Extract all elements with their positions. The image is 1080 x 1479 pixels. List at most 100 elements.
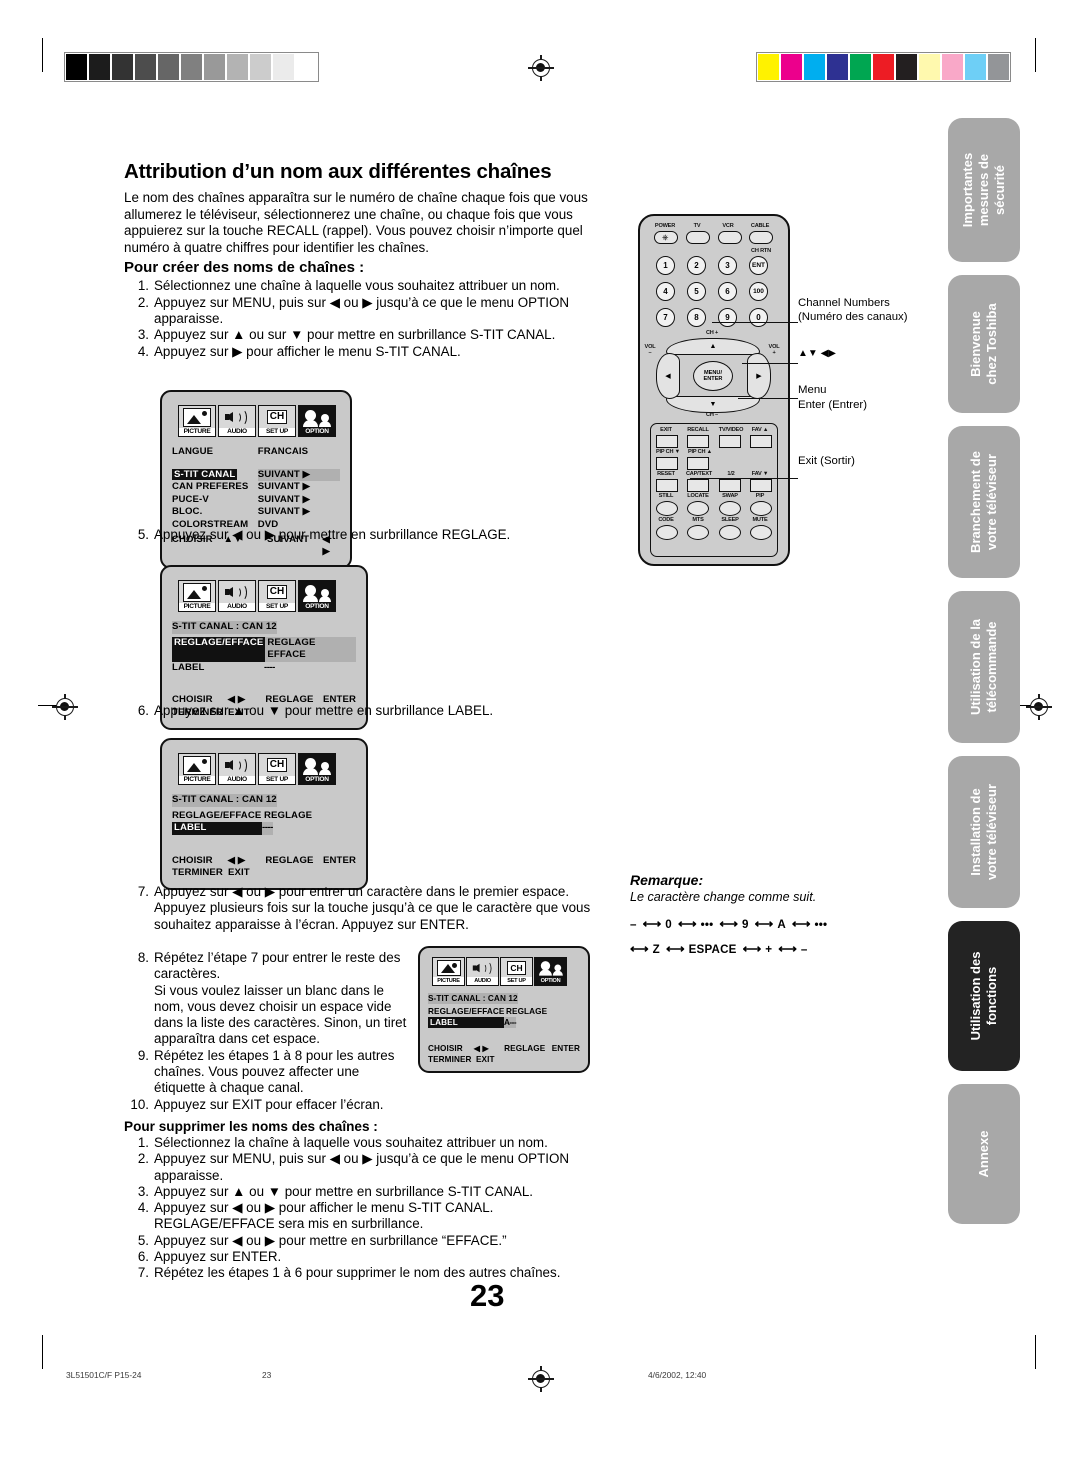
tv-button[interactable] bbox=[686, 231, 710, 244]
crop-mark-tl-v bbox=[42, 38, 44, 72]
section-tab-1[interactable]: Bienvenue chez Toshiba bbox=[948, 275, 1020, 413]
remote-label-fav-up: FAV ▲ bbox=[751, 427, 769, 433]
exit-button[interactable] bbox=[656, 435, 678, 448]
number-button-8[interactable]: 8 bbox=[687, 308, 706, 327]
step-text: Sélectionnez la chaîne à laquelle vous s… bbox=[154, 1135, 548, 1150]
swap-button[interactable] bbox=[719, 501, 741, 516]
gray-swatch-1 bbox=[89, 54, 110, 80]
number-button-9[interactable]: 9 bbox=[718, 308, 737, 327]
gray-swatch-3 bbox=[135, 54, 156, 80]
remote-label-mute: MUTE bbox=[752, 517, 768, 523]
page-title: Attribution d’un nom aux différentes cha… bbox=[124, 160, 552, 183]
recall-button[interactable] bbox=[687, 435, 709, 448]
step-text: Appuyez sur MENU, puis sur ◀ ou ▶ jusqu’… bbox=[154, 294, 570, 326]
hundred-button[interactable]: 100 bbox=[749, 282, 768, 301]
osd-label-label-highlighted: LABEL bbox=[428, 1017, 504, 1028]
registration-mark-bottom bbox=[528, 1366, 554, 1392]
osd-row-label: CAN PREFERES bbox=[172, 481, 249, 493]
sleep-button[interactable] bbox=[719, 525, 741, 540]
section-heading-create: Pour créer des noms de chaînes : bbox=[124, 259, 365, 277]
osd-row: LANGUE FRANCAIS bbox=[172, 446, 340, 459]
number-button-3[interactable]: 3 bbox=[718, 256, 737, 275]
step-number: 5. bbox=[137, 1232, 149, 1248]
osd-footer: TERMINER EXIT bbox=[172, 867, 356, 880]
cable-button[interactable] bbox=[749, 231, 773, 244]
enter-button[interactable]: ENT bbox=[749, 256, 768, 275]
number-button-7[interactable]: 7 bbox=[656, 308, 675, 327]
step-5-wrapper: 5. Appuyez sur ◀ ou ▶ pour mettre en sur… bbox=[124, 527, 602, 543]
volume-up-button[interactable]: ▶ bbox=[747, 353, 771, 399]
volume-down-button[interactable]: ◀ bbox=[656, 353, 680, 399]
remote-label-locate: LOCATE bbox=[687, 493, 709, 499]
section-tab-6[interactable]: Annexe bbox=[948, 1084, 1020, 1224]
pip-ch-up-button[interactable] bbox=[687, 457, 709, 470]
reset-button[interactable] bbox=[656, 479, 678, 492]
fav-down-button[interactable] bbox=[750, 479, 772, 492]
section-tab-label: Utilisation des fonctions bbox=[968, 951, 999, 1041]
steps-8-10-wrapper: 8. Répétez l’étape 7 pour entrer le reste… bbox=[124, 950, 414, 1113]
vcr-button[interactable] bbox=[718, 231, 742, 244]
power-button[interactable]: ⎈ bbox=[654, 231, 678, 244]
osd-channel-text: S-TIT CANAL : CAN 12 bbox=[172, 621, 277, 634]
osd-channel-line: S-TIT CANAL : CAN 12 bbox=[428, 993, 580, 1004]
pip-ch-down-button[interactable] bbox=[656, 457, 678, 470]
steps-delete-list: 1. Sélectionnez la chaîne à laquelle vous… bbox=[124, 1135, 614, 1282]
number-button-5[interactable]: 5 bbox=[687, 282, 706, 301]
option-icon: OPTION bbox=[298, 580, 336, 612]
number-button-1[interactable]: 1 bbox=[656, 256, 675, 275]
section-tab-label: Bienvenue chez Toshiba bbox=[968, 303, 999, 385]
tv-video-button[interactable] bbox=[719, 435, 741, 448]
color-swatch-9 bbox=[965, 54, 986, 80]
number-button-4[interactable]: 4 bbox=[656, 282, 675, 301]
osd-icon-row: PICTURE AUDIO CH SET UP OPTION bbox=[178, 405, 340, 437]
osd-footer-arrows-leftright: ◀ ▶ bbox=[227, 854, 246, 866]
section-tab-0[interactable]: Importantes mesures de sécurité bbox=[948, 118, 1020, 262]
section-tab-3[interactable]: Utilisation de la télécommande bbox=[948, 591, 1020, 743]
section-tab-2[interactable]: Branchement de votre téléviseur bbox=[948, 426, 1020, 578]
osd-footer-terminer: TERMINER bbox=[172, 867, 223, 879]
menu-enter-button[interactable]: MENU/ENTER bbox=[693, 361, 733, 391]
fav-up-button[interactable] bbox=[750, 435, 772, 448]
list-item: 4. Appuyez sur ▶ pour afficher le menu S-… bbox=[124, 344, 602, 360]
remote-label-fav-down: FAV ▼ bbox=[751, 471, 769, 477]
channel-up-button[interactable]: ▲ bbox=[666, 338, 760, 355]
remote-body: POWER TV VCR CABLE ⎈ CH RTN 1 2 3 ENT 4 … bbox=[638, 214, 790, 566]
callout-channel-numbers: Channel Numbers (Numéro des canaux) bbox=[798, 297, 908, 324]
remote-label-one-two: 1/2 bbox=[727, 471, 735, 477]
step-number: 2. bbox=[137, 294, 149, 310]
code-button[interactable] bbox=[656, 525, 678, 540]
locate-button[interactable] bbox=[687, 501, 709, 516]
still-button[interactable] bbox=[656, 501, 678, 516]
setup-icon: CH SET UP bbox=[258, 753, 296, 785]
step-number: 5. bbox=[137, 527, 149, 542]
osd-row: REGLAGE/EFFACE REGLAGE EFFACE bbox=[172, 636, 356, 662]
number-button-2[interactable]: 2 bbox=[687, 256, 706, 275]
osd-reglage-options: REGLAGE bbox=[506, 1007, 548, 1016]
osd-row: LABEL ---- bbox=[172, 662, 356, 675]
pip-button[interactable] bbox=[750, 501, 772, 516]
osd-label-label: LABEL bbox=[172, 661, 205, 673]
mts-button[interactable] bbox=[687, 525, 709, 540]
cap-text-button[interactable] bbox=[687, 479, 709, 492]
one-two-button[interactable] bbox=[719, 479, 741, 492]
section-tab-5[interactable]: Utilisation des fonctions bbox=[948, 921, 1020, 1071]
list-item: 7. Appuyez sur ◀ ou ▶ pour entrer un cara… bbox=[124, 884, 602, 933]
number-button-6[interactable]: 6 bbox=[718, 282, 737, 301]
section-tab-4[interactable]: Installation de votre téléviseur bbox=[948, 756, 1020, 908]
number-button-0[interactable]: 0 bbox=[749, 308, 768, 327]
step-number: 7. bbox=[137, 884, 149, 899]
remote-label-tv: TV bbox=[693, 223, 701, 229]
footer-timestamp: 4/6/2002, 12:40 bbox=[648, 1370, 707, 1380]
crop-mark-br-v bbox=[1035, 1335, 1037, 1369]
leader-line-channel-numbers bbox=[712, 322, 798, 324]
list-item: 8. Répétez l’étape 7 pour entrer le reste… bbox=[124, 950, 414, 983]
remote-label-vol-minus: VOL – bbox=[644, 344, 656, 356]
step-number: 4. bbox=[137, 343, 149, 359]
step-text: Appuyez sur ▲ ou sur ▼ pour mettre en su… bbox=[154, 327, 556, 343]
mute-button[interactable] bbox=[750, 525, 772, 540]
osd-row-value: SUIVANT ▶ bbox=[257, 493, 311, 505]
picture-icon: PICTURE bbox=[178, 580, 216, 612]
remote-label-power: POWER bbox=[654, 223, 676, 229]
option-icon: OPTION bbox=[298, 753, 336, 785]
color-swatch-4 bbox=[850, 54, 871, 80]
